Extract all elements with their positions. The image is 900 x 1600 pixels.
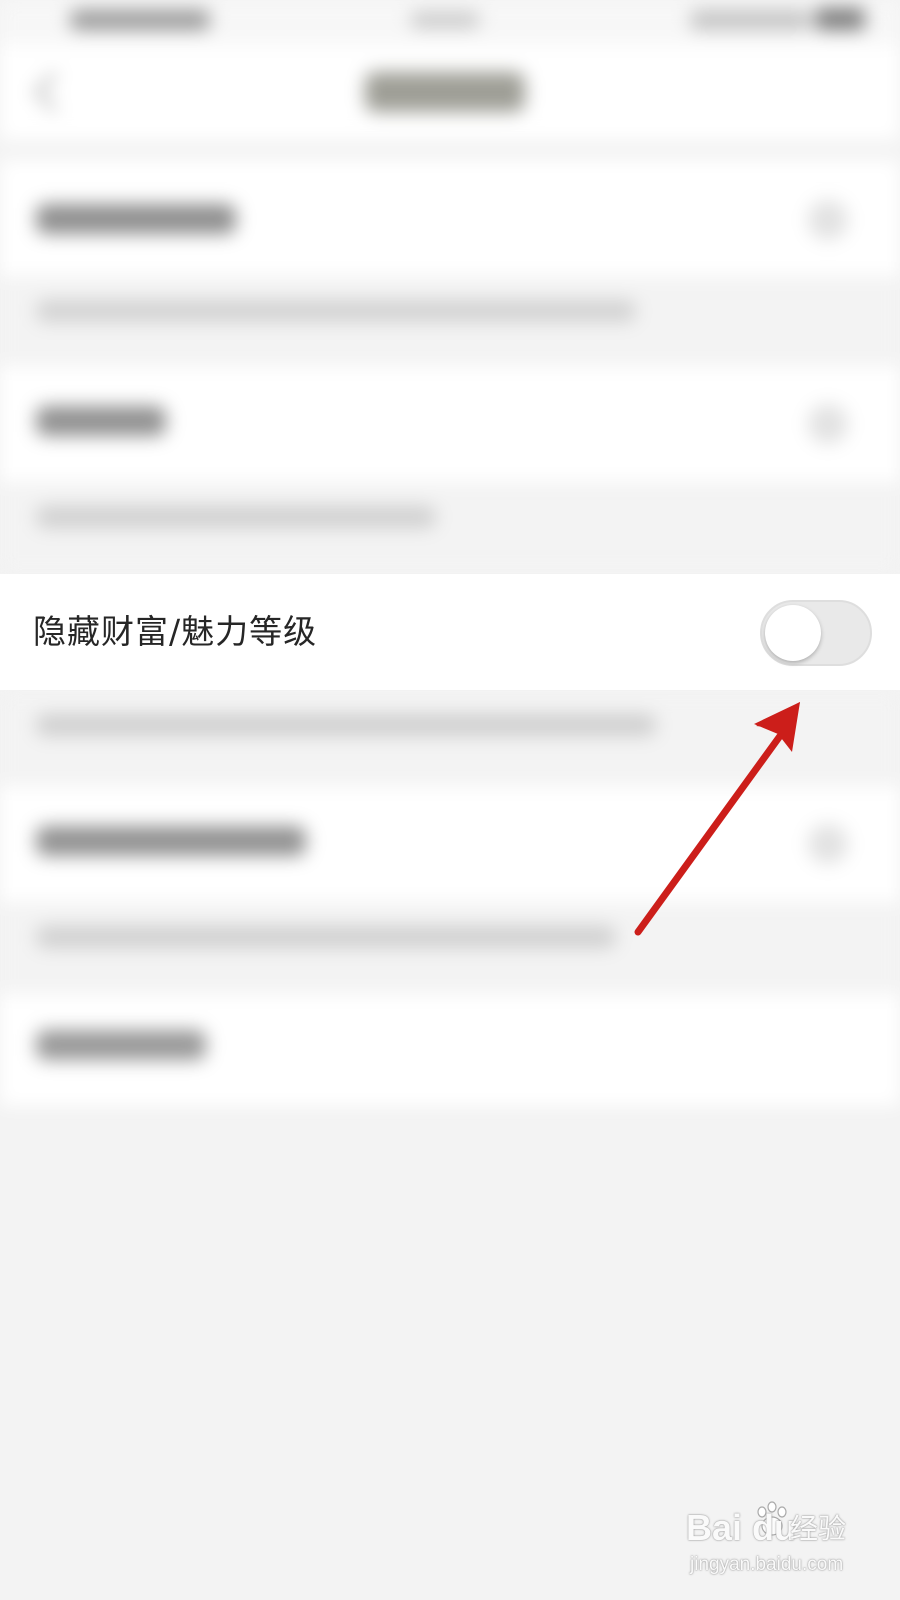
settings-desc-4: [0, 902, 900, 994]
status-carrier: [410, 12, 480, 28]
desc-text: [36, 714, 656, 736]
row-toggle[interactable]: [808, 404, 848, 444]
row-toggle[interactable]: [808, 200, 848, 240]
settings-desc-1: [0, 276, 900, 366]
battery-icon: [815, 8, 865, 30]
back-icon[interactable]: [34, 72, 74, 112]
row-label: [36, 204, 236, 234]
page-title: [365, 72, 525, 112]
status-icons: [690, 10, 810, 30]
settings-row-hide-level[interactable]: 隐藏财富/魅力等级: [0, 574, 900, 690]
desc-text: [36, 926, 616, 948]
watermark-brand: 经验: [790, 1512, 847, 1545]
row-toggle[interactable]: [808, 824, 848, 864]
settings-desc-2: [0, 482, 900, 574]
desc-text: [36, 300, 636, 322]
baidu-jingyan-watermark: Bai du 经验 jingyan.baidu.com: [686, 1500, 866, 1584]
watermark-logo: Bai du: [686, 1507, 797, 1548]
hide-level-toggle[interactable]: [760, 600, 872, 666]
blurred-background: [0, 0, 900, 1600]
row-label: [36, 1030, 206, 1060]
nav-bar: [0, 44, 900, 140]
settings-row-5[interactable]: [0, 994, 900, 1106]
desc-text: [36, 506, 436, 528]
hide-level-label: 隐藏财富/魅力等级: [33, 612, 318, 651]
row-label: [36, 826, 306, 856]
status-time: [70, 10, 210, 30]
settings-row-4[interactable]: [0, 786, 900, 902]
settings-desc-3: [0, 690, 900, 786]
settings-row-2[interactable]: [0, 366, 900, 482]
row-label: [36, 406, 166, 436]
settings-row-1[interactable]: [0, 160, 900, 276]
status-bar: [0, 0, 900, 44]
toggle-knob: [765, 605, 821, 661]
watermark-url: jingyan.baidu.com: [690, 1554, 844, 1575]
